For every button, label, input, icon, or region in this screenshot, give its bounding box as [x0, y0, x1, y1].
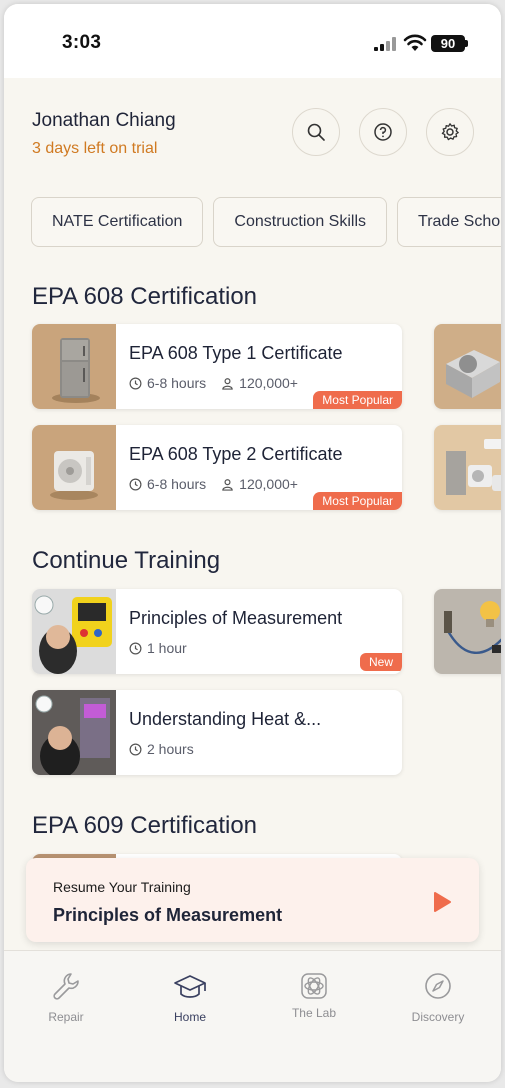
- measurement-thumbnail: [32, 589, 116, 674]
- ac-condenser-thumbnail: [32, 425, 116, 510]
- wifi-icon: [403, 34, 427, 51]
- wrench-icon: [53, 973, 79, 1000]
- course-learners: 120,000+: [239, 375, 298, 391]
- clock-icon: [129, 642, 142, 654]
- course-meta: 6-8 hours 120,000+: [129, 375, 298, 391]
- course-duration: 6-8 hours: [147, 476, 207, 492]
- tab-label: Repair: [48, 1010, 84, 1024]
- resume-training-banner[interactable]: Resume Your Training Principles of Measu…: [26, 858, 479, 942]
- tab-the-lab[interactable]: The Lab: [269, 971, 359, 1020]
- battery-tip: [465, 40, 468, 47]
- refrigerator-thumbnail: [32, 324, 116, 409]
- status-time: 3:03: [62, 32, 102, 53]
- clock-icon: [129, 743, 142, 755]
- tab-discovery[interactable]: Discovery: [393, 971, 483, 1024]
- course-card-peek[interactable]: [434, 425, 501, 510]
- trial-status[interactable]: 3 days left on trial: [32, 140, 157, 158]
- resume-label: Resume Your Training: [53, 879, 191, 895]
- section-title-epa609: EPA 609 Certification: [32, 812, 258, 839]
- chip-nate-certification[interactable]: NATE Certification: [31, 197, 204, 247]
- training-card[interactable]: Principles of Measurement 1 hour New: [32, 589, 402, 674]
- course-title: EPA 608 Type 1 Certificate: [129, 343, 343, 363]
- training-meta: 2 hours: [129, 741, 194, 757]
- tab-repair[interactable]: Repair: [21, 971, 111, 1024]
- course-duration: 6-8 hours: [147, 375, 207, 391]
- search-button[interactable]: [292, 108, 340, 156]
- course-card-peek[interactable]: [434, 324, 501, 409]
- settings-button[interactable]: [426, 108, 474, 156]
- app-screen: 3:03 90 Jonathan Chiang 3 days left on t…: [4, 4, 501, 1082]
- course-learners: 120,000+: [239, 476, 298, 492]
- section-title-continue-training: Continue Training: [32, 547, 221, 574]
- compass-icon: [425, 973, 451, 999]
- tab-home[interactable]: Home: [145, 971, 235, 1024]
- lightbulb-circuit-thumbnail: [434, 589, 501, 674]
- status-bar: 3:03 90: [4, 4, 501, 78]
- training-title: Principles of Measurement: [129, 608, 343, 628]
- course-meta: 6-8 hours 120,000+: [129, 476, 298, 492]
- tab-label: Home: [173, 1010, 206, 1024]
- person-icon: [222, 478, 233, 491]
- course-title: EPA 608 Type 2 Certificate: [129, 444, 343, 464]
- user-name: Jonathan Chiang: [32, 110, 176, 131]
- chip-construction-skills[interactable]: Construction Skills: [213, 197, 388, 247]
- chip-trade-school[interactable]: Trade Scho: [397, 197, 501, 247]
- new-badge: New: [359, 653, 402, 671]
- popular-badge: Most Popular: [313, 492, 402, 510]
- training-duration: 2 hours: [147, 741, 194, 757]
- battery-indicator: 90: [431, 35, 465, 52]
- heat-thumbnail: [32, 690, 116, 775]
- resume-title: Principles of Measurement: [53, 905, 283, 925]
- course-card[interactable]: EPA 608 Type 2 Certificate 6-8 hours 120…: [32, 425, 402, 510]
- bottom-tab-bar: Repair Home The Lab Discovery: [4, 950, 501, 1082]
- training-duration: 1 hour: [147, 640, 187, 656]
- clock-icon: [129, 478, 142, 490]
- training-meta: 1 hour: [129, 640, 187, 656]
- training-card-peek[interactable]: [434, 589, 501, 674]
- training-card[interactable]: Understanding Heat &... 2 hours: [32, 690, 402, 775]
- graduation-cap-icon: [174, 975, 206, 998]
- clock-icon: [129, 377, 142, 389]
- help-button[interactable]: [359, 108, 407, 156]
- person-icon: [222, 377, 233, 390]
- atom-icon: [301, 973, 327, 999]
- play-icon[interactable]: [432, 891, 452, 913]
- appliances-thumbnail: [434, 425, 501, 510]
- ac-unit-thumbnail: [434, 324, 501, 409]
- search-icon: [307, 123, 325, 141]
- signal-icon: [374, 37, 398, 51]
- category-chips: NATE Certification Construction Skills Tra…: [31, 197, 501, 247]
- section-title-epa608: EPA 608 Certification: [32, 283, 258, 310]
- tab-label: The Lab: [291, 1006, 337, 1020]
- training-title: Understanding Heat &...: [129, 709, 322, 729]
- tab-label: Discovery: [411, 1010, 465, 1024]
- course-card[interactable]: EPA 608 Type 1 Certificate 6-8 hours 120…: [32, 324, 402, 409]
- gear-icon: [441, 123, 459, 141]
- popular-badge: Most Popular: [313, 391, 402, 409]
- help-icon: [374, 123, 392, 141]
